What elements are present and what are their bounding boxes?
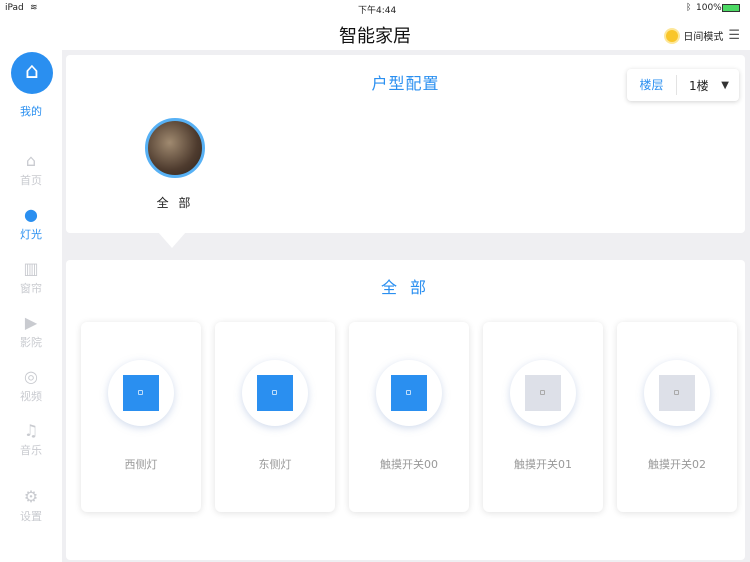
- devices-panel: 全 部 西侧灯 东侧灯 触摸开关00 触摸开关01 触摸开关02: [66, 260, 745, 560]
- switch-button[interactable]: [376, 360, 442, 426]
- wifi-icon: ≋: [30, 3, 38, 13]
- device-card[interactable]: 触摸开关00: [349, 322, 469, 512]
- day-mode-toggle[interactable]: 日间模式 ☰: [666, 28, 740, 43]
- switch-button[interactable]: [510, 360, 576, 426]
- profile-label: 我的: [20, 105, 42, 118]
- devices-title: 全 部: [380, 278, 431, 297]
- sidebar-item-label: 窗帘: [20, 282, 42, 295]
- sidebar-item-5[interactable]: ♫ 音乐: [0, 422, 62, 458]
- floor-label: 楼层: [627, 75, 677, 95]
- device-name: 西侧灯: [124, 458, 158, 471]
- floor-selector[interactable]: 楼层 1楼 ▼: [627, 69, 739, 101]
- device-card[interactable]: 触摸开关01: [483, 322, 603, 512]
- sidebar-item-label: 设置: [20, 510, 42, 523]
- sidebar: ⌂ 我的 ⌂ 首页 ● 灯光 ▥ 窗帘 ▶ 影院 ◎ 视频 ♫ 音乐 ⚙ 设置: [0, 50, 62, 562]
- sidebar-item-3[interactable]: ▶ 影院: [0, 314, 62, 350]
- sidebar-item-2[interactable]: ▥ 窗帘: [0, 260, 62, 296]
- curtain-icon: ▥: [23, 259, 39, 278]
- home-icon: ⌂: [25, 151, 37, 170]
- switch-button[interactable]: [644, 360, 710, 426]
- device-name: 触摸开关00: [380, 458, 438, 471]
- music-icon: ♫: [23, 421, 39, 440]
- floor-value: 1楼: [689, 78, 709, 93]
- switch-icon: [123, 375, 159, 411]
- dropdown-arrow-icon: ▼: [721, 79, 729, 91]
- mode-label: 日间模式: [683, 32, 724, 43]
- device-card[interactable]: 西侧灯: [81, 322, 201, 512]
- sidebar-item-profile[interactable]: 我的: [0, 103, 62, 119]
- header: 智能家居 日间模式 ☰: [0, 16, 750, 50]
- switch-icon: [257, 375, 293, 411]
- device-name: 触摸开关01: [514, 458, 572, 471]
- clock: 下午4:44: [358, 6, 397, 16]
- camera-icon: ◎: [24, 367, 38, 386]
- status-bar: iPad ≋ 下午4:44 ᛒ 100%: [0, 0, 750, 16]
- switch-icon: [525, 375, 561, 411]
- avatar-house-icon[interactable]: ⌂: [11, 52, 53, 94]
- film-icon: ▶: [24, 313, 38, 332]
- bluetooth-icon: ᛒ: [686, 3, 692, 13]
- sidebar-item-label: 视频: [20, 390, 42, 403]
- switch-icon: [391, 375, 427, 411]
- switch-icon: [659, 375, 695, 411]
- switch-button[interactable]: [242, 360, 308, 426]
- switch-button[interactable]: [108, 360, 174, 426]
- selection-pointer: [158, 232, 186, 248]
- gear-icon: ⚙: [23, 487, 39, 506]
- sidebar-item-label: 灯光: [20, 228, 42, 241]
- device-card[interactable]: 东侧灯: [215, 322, 335, 512]
- room-item-all[interactable]: 全 部: [144, 118, 206, 211]
- battery-icon: [722, 4, 740, 12]
- layout-config-panel: 户型配置 楼层 1楼 ▼ 全 部: [66, 55, 745, 233]
- main-area: 户型配置 楼层 1楼 ▼ 全 部 全 部 西侧灯 东侧灯 触摸开关00 触摸开关01 触…: [62, 50, 750, 562]
- sidebar-item-label: 影院: [20, 336, 42, 349]
- device-name: 东侧灯: [258, 458, 292, 471]
- room-photo: [145, 118, 205, 178]
- sidebar-item-6[interactable]: ⚙ 设置: [0, 488, 62, 524]
- battery-percent: 100%: [696, 3, 722, 13]
- lightbulb-icon: ●: [24, 205, 38, 224]
- sidebar-item-label: 首页: [20, 174, 42, 187]
- sidebar-item-1[interactable]: ● 灯光: [0, 206, 62, 242]
- sidebar-item-0[interactable]: ⌂ 首页: [0, 152, 62, 188]
- device-name: iPad: [5, 3, 24, 13]
- page-title: 智能家居: [339, 26, 411, 47]
- sun-icon: [666, 29, 679, 42]
- device-card[interactable]: 触摸开关02: [617, 322, 737, 512]
- device-name: 触摸开关02: [648, 458, 706, 471]
- menu-icon[interactable]: ☰: [728, 28, 740, 43]
- sidebar-item-label: 音乐: [20, 444, 42, 457]
- room-name: 全 部: [156, 196, 194, 210]
- sidebar-item-4[interactable]: ◎ 视频: [0, 368, 62, 404]
